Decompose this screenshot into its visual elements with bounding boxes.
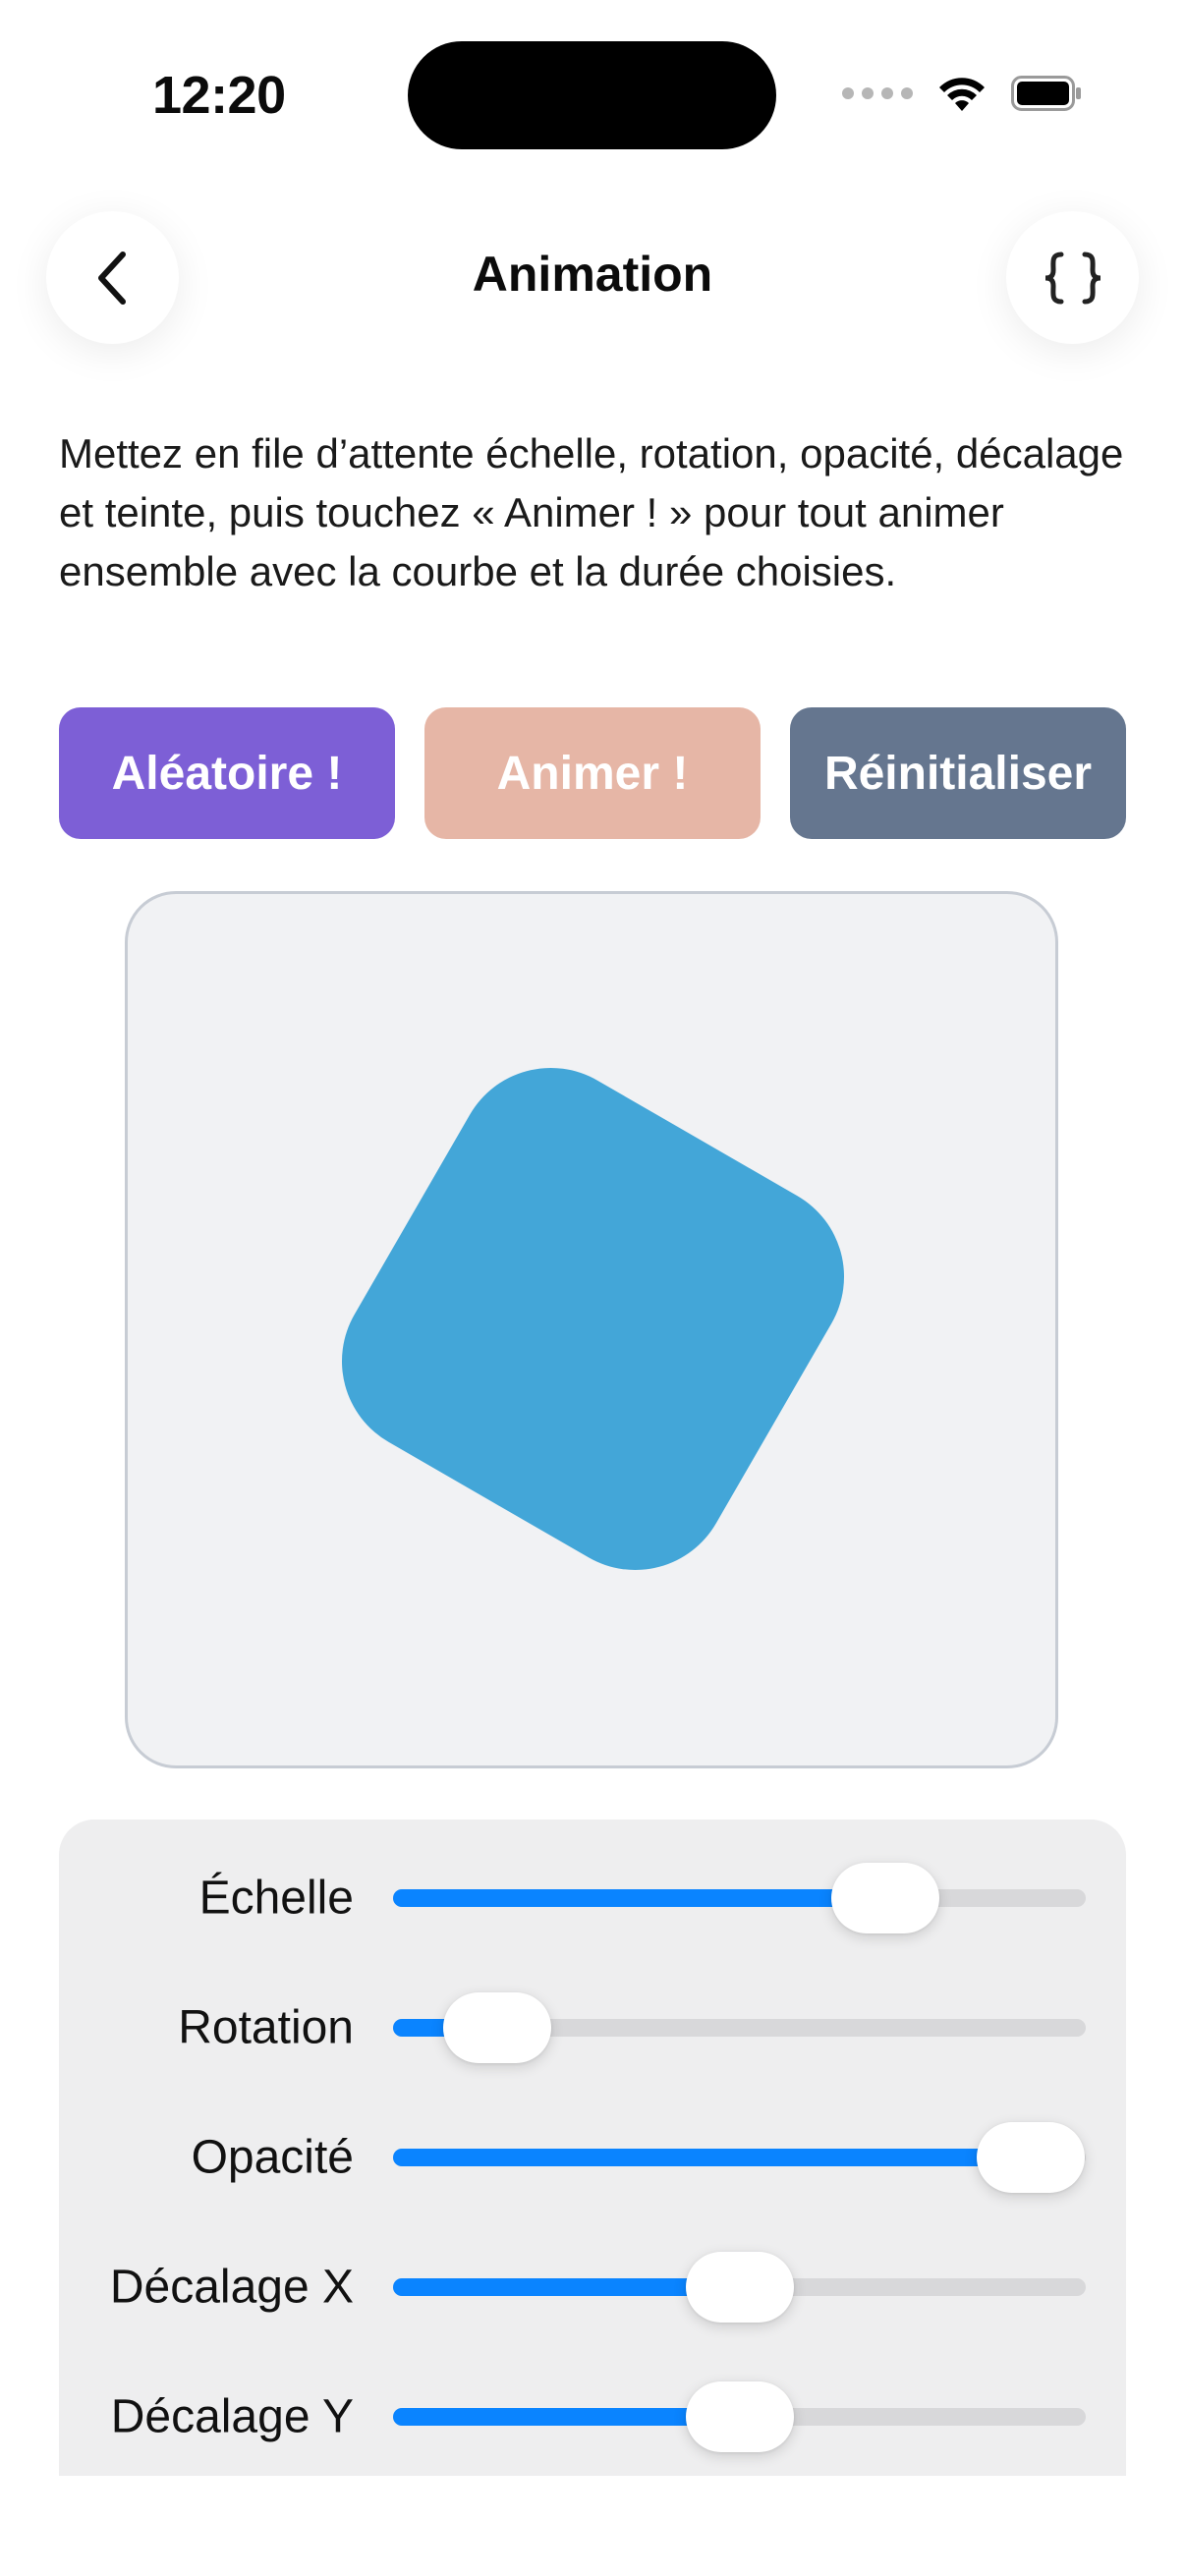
slider-row: Échelle (59, 1839, 1126, 1957)
status-time: 12:20 (152, 66, 286, 125)
slider[interactable] (393, 1863, 1086, 1933)
slider-fill (393, 1889, 885, 1907)
dynamic-island (408, 41, 776, 149)
slider-label: Opacité (191, 2131, 354, 2184)
slider-row: Décalage X (59, 2228, 1126, 2346)
slider-row: Décalage Y (59, 2358, 1126, 2476)
slider[interactable] (393, 1992, 1086, 2063)
slider-fill (393, 2149, 1031, 2166)
slider[interactable] (393, 2381, 1086, 2452)
slider-label: Décalage Y (110, 2390, 354, 2443)
slider[interactable] (393, 2252, 1086, 2323)
curly-braces-icon (1044, 252, 1100, 304)
slider-row: Rotation (59, 1969, 1126, 2087)
battery-icon (1011, 76, 1081, 111)
description-text: Mettez en file d’attente échelle, rotati… (59, 430, 1124, 594)
action-buttons: Aléatoire ! Animer ! Réinitialiser (59, 707, 1126, 839)
status-icons (842, 69, 1082, 118)
controls-panel: Échelle Rotation Opacité Décalage X Décalage… (59, 1820, 1126, 2476)
slider-thumb[interactable] (442, 1992, 551, 2063)
random-button[interactable]: Aléatoire ! (59, 707, 395, 839)
slider[interactable] (393, 2122, 1086, 2193)
slider-row: Opacité (59, 2099, 1126, 2216)
reset-button[interactable]: Réinitialiser (790, 707, 1126, 839)
animate-button[interactable]: Animer ! (424, 707, 761, 839)
wifi-icon (939, 78, 985, 111)
slider-thumb[interactable] (685, 2381, 794, 2452)
slider-thumb[interactable] (830, 1863, 939, 1933)
slider-label: Rotation (178, 2001, 354, 2054)
slider-thumb[interactable] (976, 2122, 1085, 2193)
cellular-signal-icon (842, 87, 913, 99)
code-button[interactable] (1006, 211, 1139, 344)
slider-thumb[interactable] (685, 2252, 794, 2323)
slider-label: Échelle (198, 1872, 354, 1925)
slider-label: Décalage X (109, 2261, 354, 2314)
